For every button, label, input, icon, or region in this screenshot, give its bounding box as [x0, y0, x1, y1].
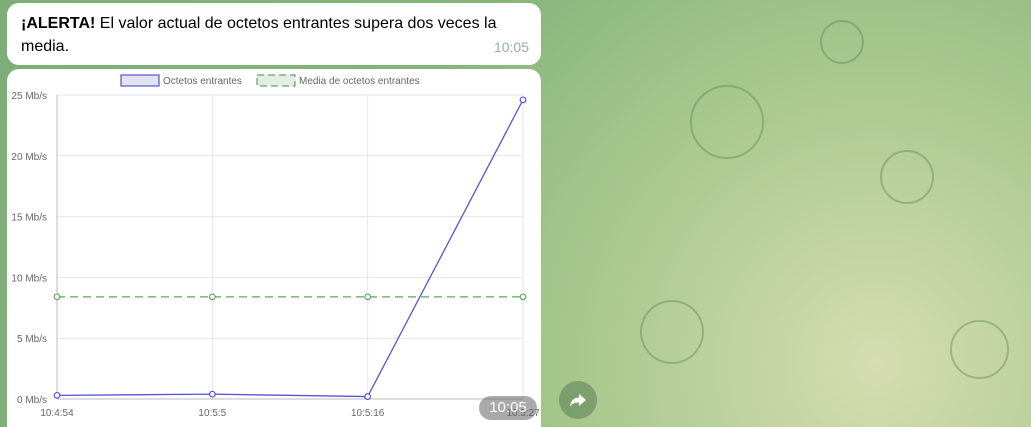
data-point: [53, 293, 61, 301]
background-doodle-icon: [950, 320, 1009, 379]
legend-label: Octetos entrantes: [163, 76, 242, 87]
x-tick-label: 10:4:54: [40, 408, 74, 419]
data-point: [53, 391, 61, 399]
x-tick-label: 10:5:16: [351, 408, 385, 419]
background-doodle-icon: [820, 20, 864, 64]
background-doodle-icon: [640, 300, 704, 364]
y-tick-label: 5 Mb/s: [17, 334, 47, 345]
data-point: [208, 293, 216, 301]
chart-image-message[interactable]: 0 Mb/s 5 Mb/s 10 Mb/s 15 Mb/s 20 Mb/s 25 Mb/s…: [7, 69, 541, 427]
line-chart: 0 Mb/s 5 Mb/s 10 Mb/s 15 Mb/s 20 Mb/s 25 Mb/s…: [11, 74, 540, 419]
y-tick-label: 0 Mb/s: [17, 395, 47, 406]
y-tick-label: 10 Mb/s: [11, 273, 47, 284]
legend-swatch: [256, 74, 296, 87]
alert-label: ¡ALERTA!: [21, 15, 96, 32]
y-tick-label: 15 Mb/s: [11, 213, 47, 224]
message-time: 10:05: [493, 39, 529, 55]
data-point: [519, 293, 527, 301]
data-point: [519, 96, 527, 104]
legend-swatch: [120, 74, 160, 87]
series-line: [56, 99, 524, 398]
background-doodle-icon: [690, 85, 764, 159]
data-point: [364, 293, 372, 301]
alert-message-bubble[interactable]: ¡ALERTA! El valor actual de octetos entr…: [7, 3, 541, 65]
forward-button[interactable]: [559, 381, 597, 419]
data-point: [208, 390, 216, 398]
data-point: [364, 393, 372, 400]
legend-label: Media de octetos entrantes: [299, 76, 420, 87]
y-tick-label: 20 Mb/s: [11, 152, 47, 163]
y-tick-label: 25 Mb/s: [11, 91, 47, 102]
x-tick-label: 10:5:5: [198, 408, 226, 419]
forward-arrow-icon: [570, 394, 586, 407]
photo-time-badge: 10:05: [479, 396, 537, 420]
background-doodle-icon: [880, 150, 934, 204]
